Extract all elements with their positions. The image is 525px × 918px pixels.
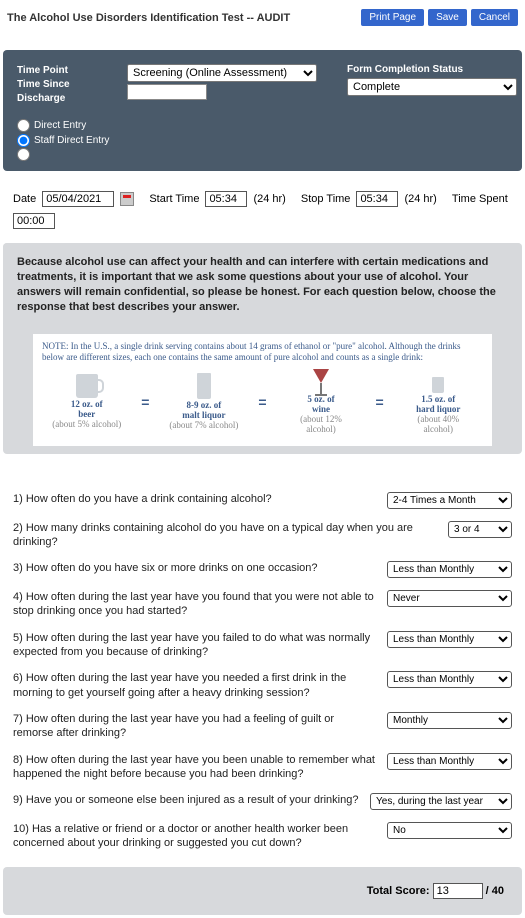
q6-text: 6) How often during the last year have y… [13,671,377,700]
q4-text: 4) How often during the last year have y… [13,590,377,619]
form-meta-block: Time Point Time Since Discharge Screenin… [3,50,522,171]
liquor-icon [432,377,444,393]
q6-answer[interactable]: Less than Monthly [387,671,512,688]
radio-empty[interactable] [17,148,30,161]
q9-text: 9) Have you or someone else been injured… [13,793,360,807]
radio-label: Staff Direct Entry [34,133,109,148]
q10-answer[interactable]: No [387,822,512,839]
question-row: 8) How often during the last year have y… [13,747,512,788]
radio-label: Direct Entry [34,118,86,133]
score-label: Total Score: [367,885,430,897]
entry-mode-radios: Direct Entry Staff Direct Entry [17,118,508,161]
time-spent-input[interactable] [13,213,55,229]
label-line: Time Since [17,78,107,92]
q9-answer[interactable]: Yes, during the last year [370,793,512,810]
question-row: 5) How often during the last year have y… [13,625,512,666]
beer-icon [76,374,98,398]
time-point-label: Time Point Time Since Discharge [17,64,107,106]
drink-malt: 8-9 oz. of malt liquor (about 7% alcohol… [169,373,239,431]
equals-icon: = [376,394,384,410]
date-input[interactable] [42,191,114,207]
q7-answer[interactable]: Monthly [387,712,512,729]
q1-text: 1) How often do you have a drink contain… [13,492,377,506]
page-title: The Alcohol Use Disorders Identification… [7,12,290,24]
drink-sub: (about 40% alcohol) [403,415,473,435]
score-input[interactable] [433,883,483,899]
label-line: Time Point [17,64,107,78]
radio-direct-entry[interactable] [17,119,30,132]
drink-reference: NOTE: In the U.S., a single drink servin… [33,334,492,445]
q5-text: 5) How often during the last year have y… [13,631,377,660]
time-point-select[interactable]: Screening (Online Assessment) [127,64,317,82]
stop-hint: (24 hr) [404,193,436,205]
radio-staff-direct-entry[interactable] [17,134,30,147]
questions-block: 1) How often do you have a drink contain… [3,456,522,867]
start-time-input[interactable] [205,191,247,207]
question-row: 2) How many drinks containing alcohol do… [13,515,512,556]
drink-liquor: 1.5 oz. of hard liquor (about 40% alcoho… [403,369,473,435]
drink-sub: (about 5% alcohol) [52,420,121,430]
question-row: 4) How often during the last year have y… [13,584,512,625]
drink-note: NOTE: In the U.S., a single drink servin… [42,341,483,363]
score-of: / 40 [486,885,504,897]
drink-wine: 5 oz. of wine (about 12% alcohol) [286,369,356,435]
question-row: 3) How often do you have six or more dri… [13,555,512,584]
question-row: 9) Have you or someone else been injured… [13,787,512,816]
question-row: 6) How often during the last year have y… [13,665,512,706]
instruction-text: Because alcohol use can affect your heal… [3,243,522,326]
score-row: Total Score: / 40 [3,867,522,915]
q3-text: 3) How often do you have six or more dri… [13,561,377,575]
q2-text: 2) How many drinks containing alcohol do… [13,521,438,550]
drink-sub: (about 12% alcohol) [286,415,356,435]
question-row: 7) How often during the last year have y… [13,706,512,747]
print-button[interactable]: Print Page [361,9,424,26]
time-point-controls: Screening (Online Assessment) [127,64,327,100]
wine-icon [313,369,329,383]
malt-icon [197,373,211,399]
completion-label: Form Completion Status [347,64,517,75]
save-button[interactable]: Save [428,9,467,26]
completion-status: Form Completion Status Complete [347,64,517,96]
q8-answer[interactable]: Less than Monthly [387,753,512,770]
header-buttons: Print Page Save Cancel [361,9,518,26]
time-since-input[interactable] [127,84,207,100]
drink-sub: (about 7% alcohol) [169,421,238,431]
label-line: Discharge [17,92,107,106]
q5-answer[interactable]: Less than Monthly [387,631,512,648]
q1-answer[interactable]: 2-4 Times a Month [387,492,512,509]
question-row: 1) How often do you have a drink contain… [13,486,512,515]
instruction-block: Because alcohol use can affect your heal… [3,243,522,454]
equals-icon: = [141,394,149,410]
drinks-row: 12 oz. of beer (about 5% alcohol) = 8-9 … [42,369,483,435]
time-spent-label: Time Spent [452,193,508,205]
time-row: Date Start Time (24 hr) Stop Time (24 hr… [3,171,522,243]
start-time-label: Start Time [149,193,199,205]
q2-answer[interactable]: 3 or 4 [448,521,512,538]
calendar-icon[interactable] [120,192,134,206]
date-label: Date [13,193,36,205]
stop-time-label: Stop Time [301,193,351,205]
page-header: The Alcohol Use Disorders Identification… [3,3,522,30]
completion-select[interactable]: Complete [347,78,517,96]
q10-text: 10) Has a relative or friend or a doctor… [13,822,377,851]
q7-text: 7) How often during the last year have y… [13,712,377,741]
q4-answer[interactable]: Never [387,590,512,607]
q3-answer[interactable]: Less than Monthly [387,561,512,578]
drink-beer: 12 oz. of beer (about 5% alcohol) [52,374,122,430]
start-hint: (24 hr) [253,193,285,205]
question-row: 10) Has a relative or friend or a doctor… [13,816,512,857]
equals-icon: = [258,394,266,410]
cancel-button[interactable]: Cancel [471,9,518,26]
stop-time-input[interactable] [356,191,398,207]
